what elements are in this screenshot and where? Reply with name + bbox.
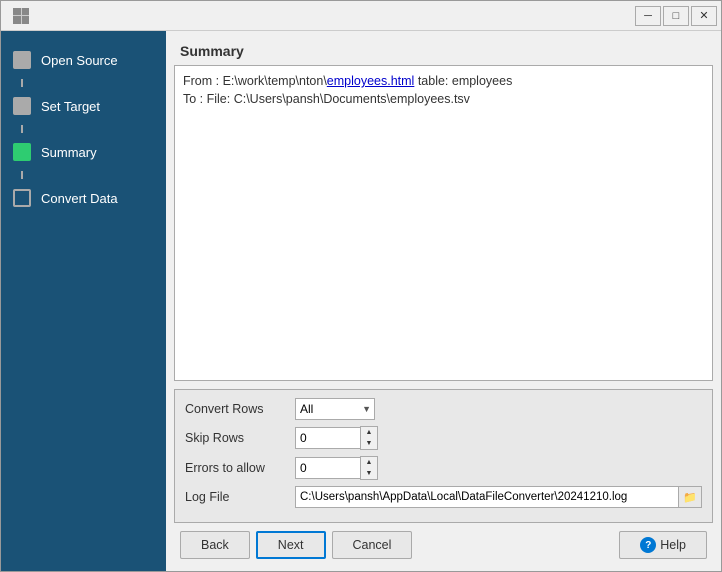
sidebar: Open Source Set Target Summary Convert D… bbox=[1, 31, 166, 571]
main-panel: Summary From : E:\work\temp\nton\employe… bbox=[166, 31, 721, 571]
errors-input[interactable] bbox=[295, 457, 360, 479]
sidebar-label-open-source: Open Source bbox=[41, 53, 118, 68]
minimize-button[interactable]: ─ bbox=[635, 6, 661, 26]
summary-from-link: employees.html bbox=[327, 74, 415, 88]
convert-rows-select-wrapper: All First N Custom bbox=[295, 398, 375, 420]
help-button[interactable]: ? Help bbox=[619, 531, 707, 559]
summary-box: From : E:\work\temp\nton\employees.html … bbox=[174, 65, 713, 381]
skip-rows-label: Skip Rows bbox=[185, 431, 295, 445]
log-file-row: Log File 📁 bbox=[185, 486, 702, 508]
errors-row: Errors to allow ▲ ▼ bbox=[185, 456, 702, 480]
next-button[interactable]: Next bbox=[256, 531, 326, 559]
skip-rows-spinner: ▲ ▼ bbox=[295, 426, 378, 450]
convert-rows-label: Convert Rows bbox=[185, 402, 295, 416]
skip-rows-up-btn[interactable]: ▲ bbox=[361, 427, 377, 438]
step-indicator-set-target bbox=[13, 97, 31, 115]
connector-2 bbox=[21, 125, 23, 133]
main-window: ─ □ ✕ Open Source Set Target Summary bbox=[0, 0, 722, 572]
button-row: Back Next Cancel ? Help bbox=[174, 523, 713, 563]
sidebar-label-convert-data: Convert Data bbox=[41, 191, 118, 206]
bottom-form: Convert Rows All First N Custom Skip Row… bbox=[174, 389, 713, 523]
panel-title: Summary bbox=[174, 39, 713, 65]
log-file-input[interactable] bbox=[295, 486, 678, 508]
errors-spinner-btns: ▲ ▼ bbox=[360, 456, 378, 480]
log-file-browse-button[interactable]: 📁 bbox=[678, 486, 702, 508]
errors-down-btn[interactable]: ▼ bbox=[361, 468, 377, 479]
back-button[interactable]: Back bbox=[180, 531, 250, 559]
title-bar-controls: ─ □ ✕ bbox=[635, 6, 717, 26]
skip-rows-spinner-btns: ▲ ▼ bbox=[360, 426, 378, 450]
convert-rows-select[interactable]: All First N Custom bbox=[295, 398, 375, 420]
app-icon bbox=[13, 8, 29, 24]
log-file-label: Log File bbox=[185, 490, 295, 504]
skip-rows-down-btn[interactable]: ▼ bbox=[361, 438, 377, 449]
sidebar-item-set-target[interactable]: Set Target bbox=[1, 87, 166, 125]
summary-from-suffix: table: employees bbox=[414, 74, 512, 88]
skip-rows-row: Skip Rows ▲ ▼ bbox=[185, 426, 702, 450]
folder-icon: 📁 bbox=[683, 491, 697, 504]
errors-up-btn[interactable]: ▲ bbox=[361, 457, 377, 468]
cancel-button[interactable]: Cancel bbox=[332, 531, 413, 559]
convert-rows-row: Convert Rows All First N Custom bbox=[185, 398, 702, 420]
close-button[interactable]: ✕ bbox=[691, 6, 717, 26]
sidebar-item-open-source[interactable]: Open Source bbox=[1, 41, 166, 79]
errors-label: Errors to allow bbox=[185, 461, 295, 475]
content-area: Open Source Set Target Summary Convert D… bbox=[1, 31, 721, 571]
help-label: Help bbox=[660, 538, 686, 552]
sidebar-item-convert-data[interactable]: Convert Data bbox=[1, 179, 166, 217]
maximize-button[interactable]: □ bbox=[663, 6, 689, 26]
step-indicator-summary bbox=[13, 143, 31, 161]
connector-3 bbox=[21, 171, 23, 179]
log-file-input-row: 📁 bbox=[295, 486, 702, 508]
step-indicator-open-source bbox=[13, 51, 31, 69]
summary-from-line: From : E:\work\temp\nton\employees.html … bbox=[183, 74, 704, 88]
help-icon: ? bbox=[640, 537, 656, 553]
sidebar-label-set-target: Set Target bbox=[41, 99, 100, 114]
errors-spinner: ▲ ▼ bbox=[295, 456, 378, 480]
sidebar-label-summary: Summary bbox=[41, 145, 97, 160]
title-bar: ─ □ ✕ bbox=[1, 1, 721, 31]
title-bar-left bbox=[5, 8, 635, 24]
connector-1 bbox=[21, 79, 23, 87]
step-indicator-convert-data bbox=[13, 189, 31, 207]
summary-from-prefix: From : E:\work\temp\nton\ bbox=[183, 74, 327, 88]
skip-rows-input[interactable] bbox=[295, 427, 360, 449]
summary-to-line: To : File: C:\Users\pansh\Documents\empl… bbox=[183, 92, 704, 106]
sidebar-item-summary[interactable]: Summary bbox=[1, 133, 166, 171]
